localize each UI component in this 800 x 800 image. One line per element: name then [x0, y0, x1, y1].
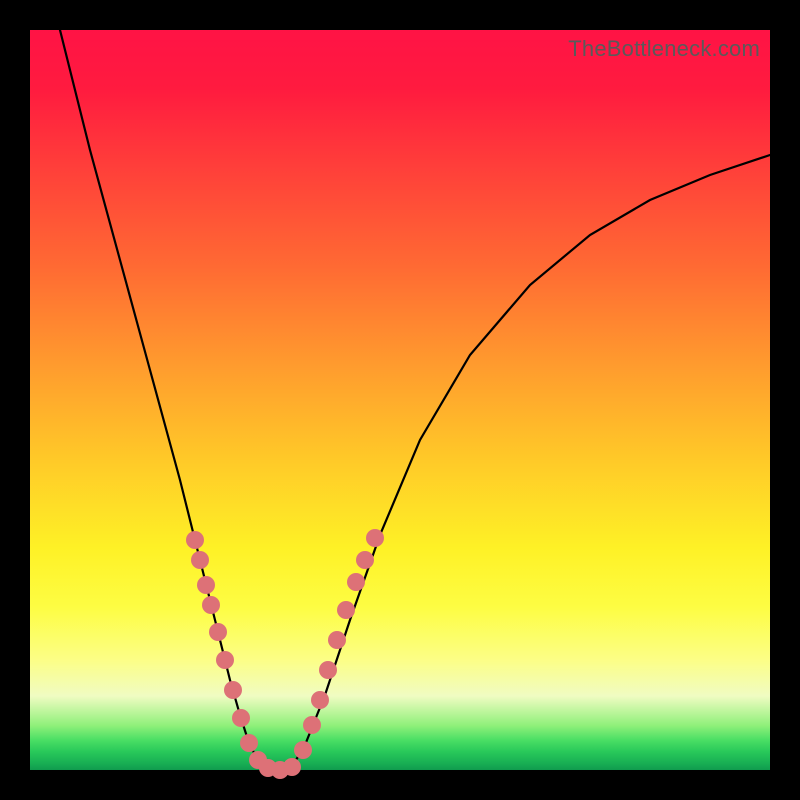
scatter-dot [240, 734, 258, 752]
scatter-dots [186, 529, 384, 779]
scatter-dot [337, 601, 355, 619]
scatter-dot [319, 661, 337, 679]
scatter-dot [283, 758, 301, 776]
scatter-dot [232, 709, 250, 727]
plot-area: TheBottleneck.com [30, 30, 770, 770]
scatter-dot [216, 651, 234, 669]
scatter-dot [197, 576, 215, 594]
scatter-dot [328, 631, 346, 649]
scatter-dot [209, 623, 227, 641]
scatter-dot [294, 741, 312, 759]
scatter-dot [303, 716, 321, 734]
chart-frame: TheBottleneck.com [0, 0, 800, 800]
scatter-dot [191, 551, 209, 569]
scatter-dot [186, 531, 204, 549]
chart-svg [30, 30, 770, 770]
scatter-dot [356, 551, 374, 569]
right-curve [290, 155, 770, 770]
scatter-dot [202, 596, 220, 614]
scatter-dot [366, 529, 384, 547]
scatter-dot [347, 573, 365, 591]
left-curve [60, 30, 270, 770]
scatter-dot [311, 691, 329, 709]
scatter-dot [224, 681, 242, 699]
